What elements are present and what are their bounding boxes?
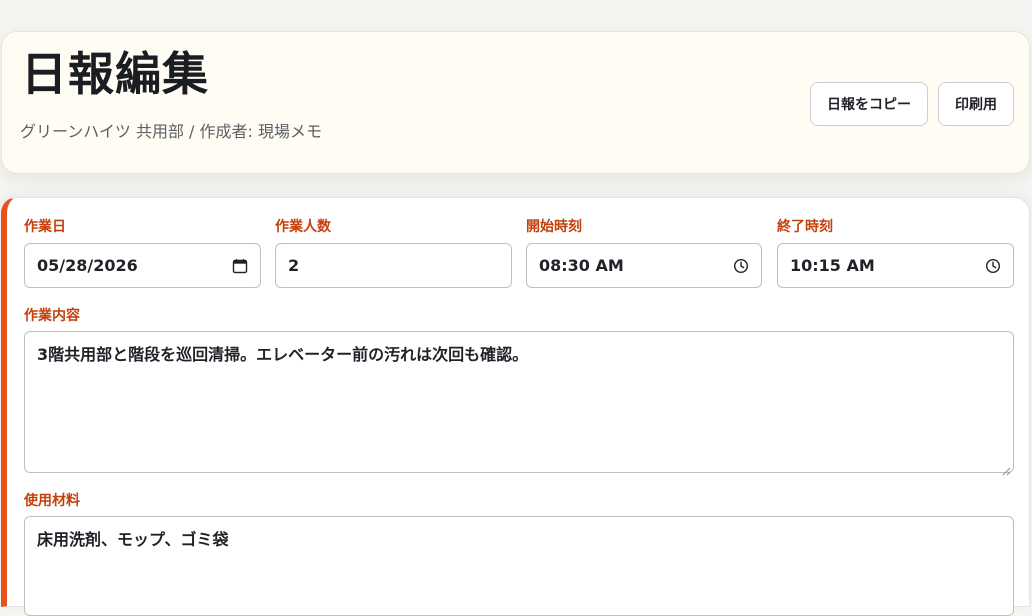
header-card: 日報編集 グリーンハイツ 共用部 / 作成者: 現場メモ 日報をコピー 印刷用 (1, 31, 1030, 174)
materials-label: 使用材料 (24, 493, 80, 509)
work-content-value: 3階共用部と階段を巡回清掃。エレベーター前の汚れは次回も確認。 (37, 345, 529, 364)
work-content-label: 作業内容 (24, 308, 80, 324)
workers-value: 2 (288, 256, 300, 275)
work-date-label: 作業日 (24, 219, 66, 235)
start-time-input[interactable]: 08:30 AM (526, 243, 762, 288)
end-time-value: 10:15 AM (790, 256, 875, 275)
work-date-value: 05/28/2026 (37, 256, 138, 275)
end-time-input[interactable]: 10:15 AM (777, 243, 1014, 288)
workers-label: 作業人数 (275, 219, 331, 235)
work-date-input[interactable]: 05/28/2026 (24, 243, 261, 288)
end-time-label: 終了時刻 (777, 219, 833, 235)
page-title: 日報編集 (21, 47, 209, 101)
start-time-value: 08:30 AM (539, 256, 624, 275)
workers-input[interactable]: 2 (275, 243, 512, 288)
materials-textarea[interactable]: 床用洗剤、モップ、ゴミ袋 (24, 516, 1014, 616)
calendar-icon[interactable] (232, 258, 248, 274)
page-subtitle: グリーンハイツ 共用部 / 作成者: 現場メモ (20, 122, 323, 141)
clock-icon[interactable] (985, 258, 1001, 274)
report-form: 作業日 作業人数 開始時刻 終了時刻 05/28/2026 2 08:30 AM… (1, 197, 1030, 616)
resize-handle-icon[interactable] (1001, 460, 1011, 476)
print-button[interactable]: 印刷用 (938, 82, 1014, 126)
clock-icon[interactable] (733, 258, 749, 274)
copy-report-button[interactable]: 日報をコピー (810, 82, 928, 126)
materials-value: 床用洗剤、モップ、ゴミ袋 (37, 530, 229, 549)
work-content-textarea[interactable]: 3階共用部と階段を巡回清掃。エレベーター前の汚れは次回も確認。 (24, 331, 1014, 476)
start-time-label: 開始時刻 (526, 219, 582, 235)
